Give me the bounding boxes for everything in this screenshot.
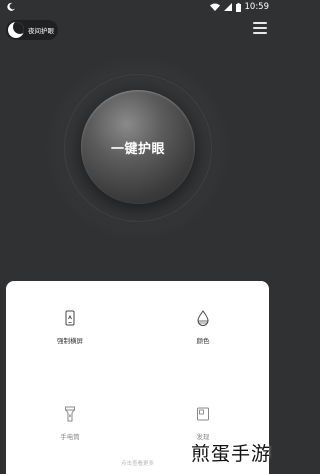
tile-force-landscape[interactable]: 强制横屏: [30, 310, 110, 345]
battery-icon: [235, 2, 241, 12]
tile-label: 手电筒: [60, 433, 80, 441]
rotate-phone-icon: [65, 310, 75, 326]
wifi-icon: [209, 3, 220, 11]
tile-label: 颜色: [196, 337, 210, 345]
color-drop-icon: [197, 310, 209, 326]
tile-discover[interactable]: 发现: [163, 406, 243, 441]
eye-care-button-label: 一键护眼: [110, 141, 165, 157]
tile-label: 强制横屏: [57, 337, 83, 345]
app-title-chip: 夜间护眼: [6, 20, 58, 40]
watermark-text: 煎蛋手游: [190, 443, 271, 465]
app-bar: 夜间护眼: [0, 14, 275, 44]
status-time: 10:59: [244, 2, 270, 12]
signal-icon: [223, 3, 232, 11]
moon-icon: [7, 2, 15, 11]
tile-color[interactable]: 颜色: [163, 310, 243, 345]
menu-icon[interactable]: [253, 22, 267, 34]
app-logo-icon: [8, 22, 24, 38]
status-bar: 10:59: [0, 0, 275, 14]
flashlight-icon: [65, 406, 75, 422]
app-name: 夜间护眼: [28, 27, 54, 35]
tile-flashlight[interactable]: 手电筒: [30, 406, 110, 441]
one-tap-eye-care-button[interactable]: 一键护眼: [81, 90, 195, 204]
discover-icon: [197, 407, 209, 421]
